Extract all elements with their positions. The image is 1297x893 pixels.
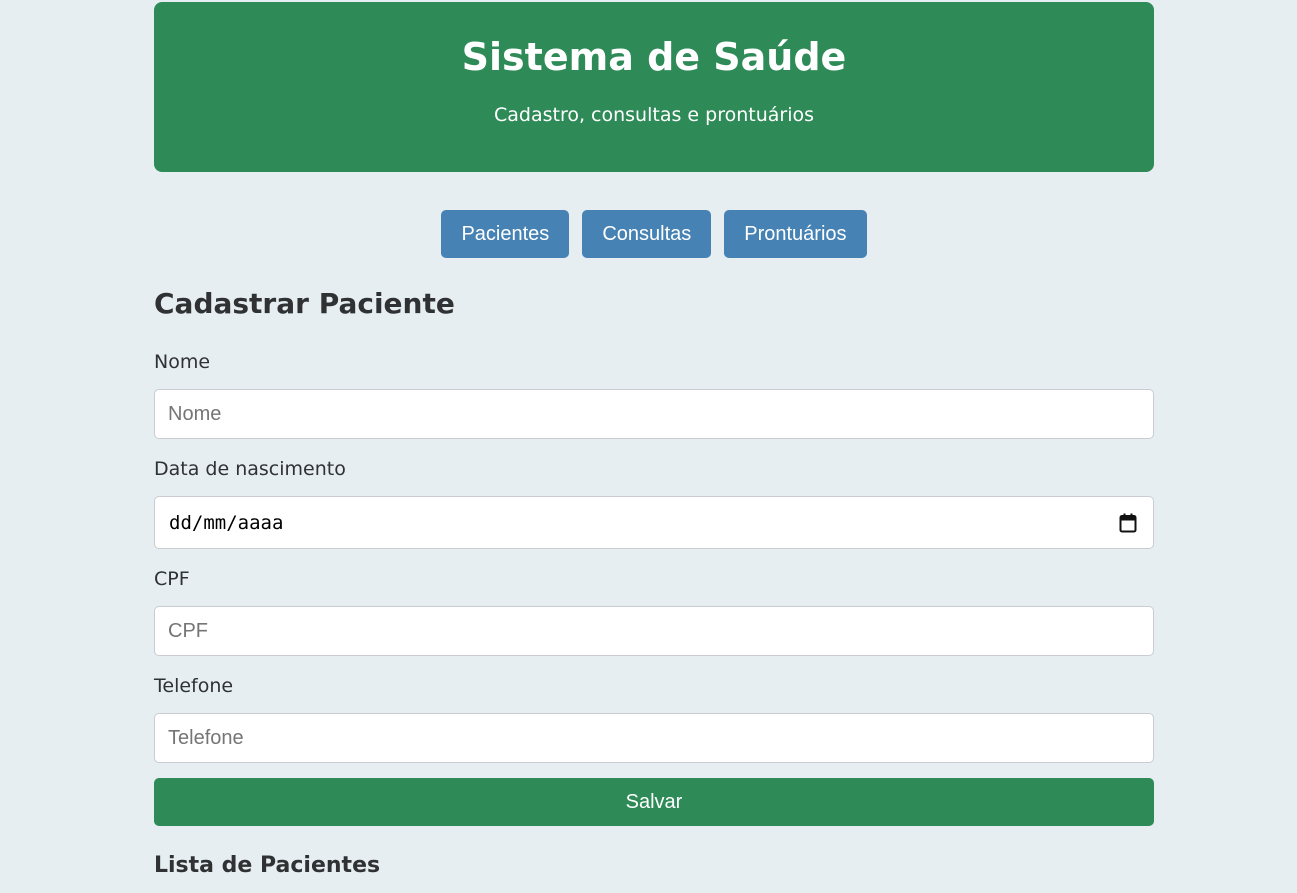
form-title: Cadastrar Paciente [154, 287, 455, 320]
nome-label: Nome [154, 351, 211, 373]
app-header: Sistema de Saúde Cadastro, consultas e p… [154, 2, 1154, 172]
nav-button-pacientes[interactable]: Pacientes [441, 210, 570, 258]
telefone-label: Telefone [154, 675, 234, 697]
nascimento-label: Data de nascimento [154, 458, 346, 480]
app-title: Sistema de Saúde [461, 35, 847, 79]
nascimento-date-input[interactable]: dd/mm/aaaa [154, 496, 1154, 549]
cpf-input[interactable] [154, 606, 1154, 656]
nome-input[interactable] [154, 389, 1154, 439]
app-subtitle: Cadastro, consultas e prontuários [493, 104, 815, 126]
telefone-input[interactable] [154, 713, 1154, 763]
cpf-label: CPF [154, 568, 190, 590]
date-placeholder: dd/mm/aaaa [169, 512, 284, 534]
patient-list-title: Lista de Pacientes [154, 853, 381, 878]
main-nav: Pacientes Consultas Prontuários [154, 210, 1154, 258]
nav-button-prontuarios[interactable]: Prontuários [724, 210, 867, 258]
save-button[interactable]: Salvar [154, 778, 1154, 826]
calendar-icon[interactable] [1119, 513, 1137, 533]
nav-button-consultas[interactable]: Consultas [582, 210, 712, 258]
